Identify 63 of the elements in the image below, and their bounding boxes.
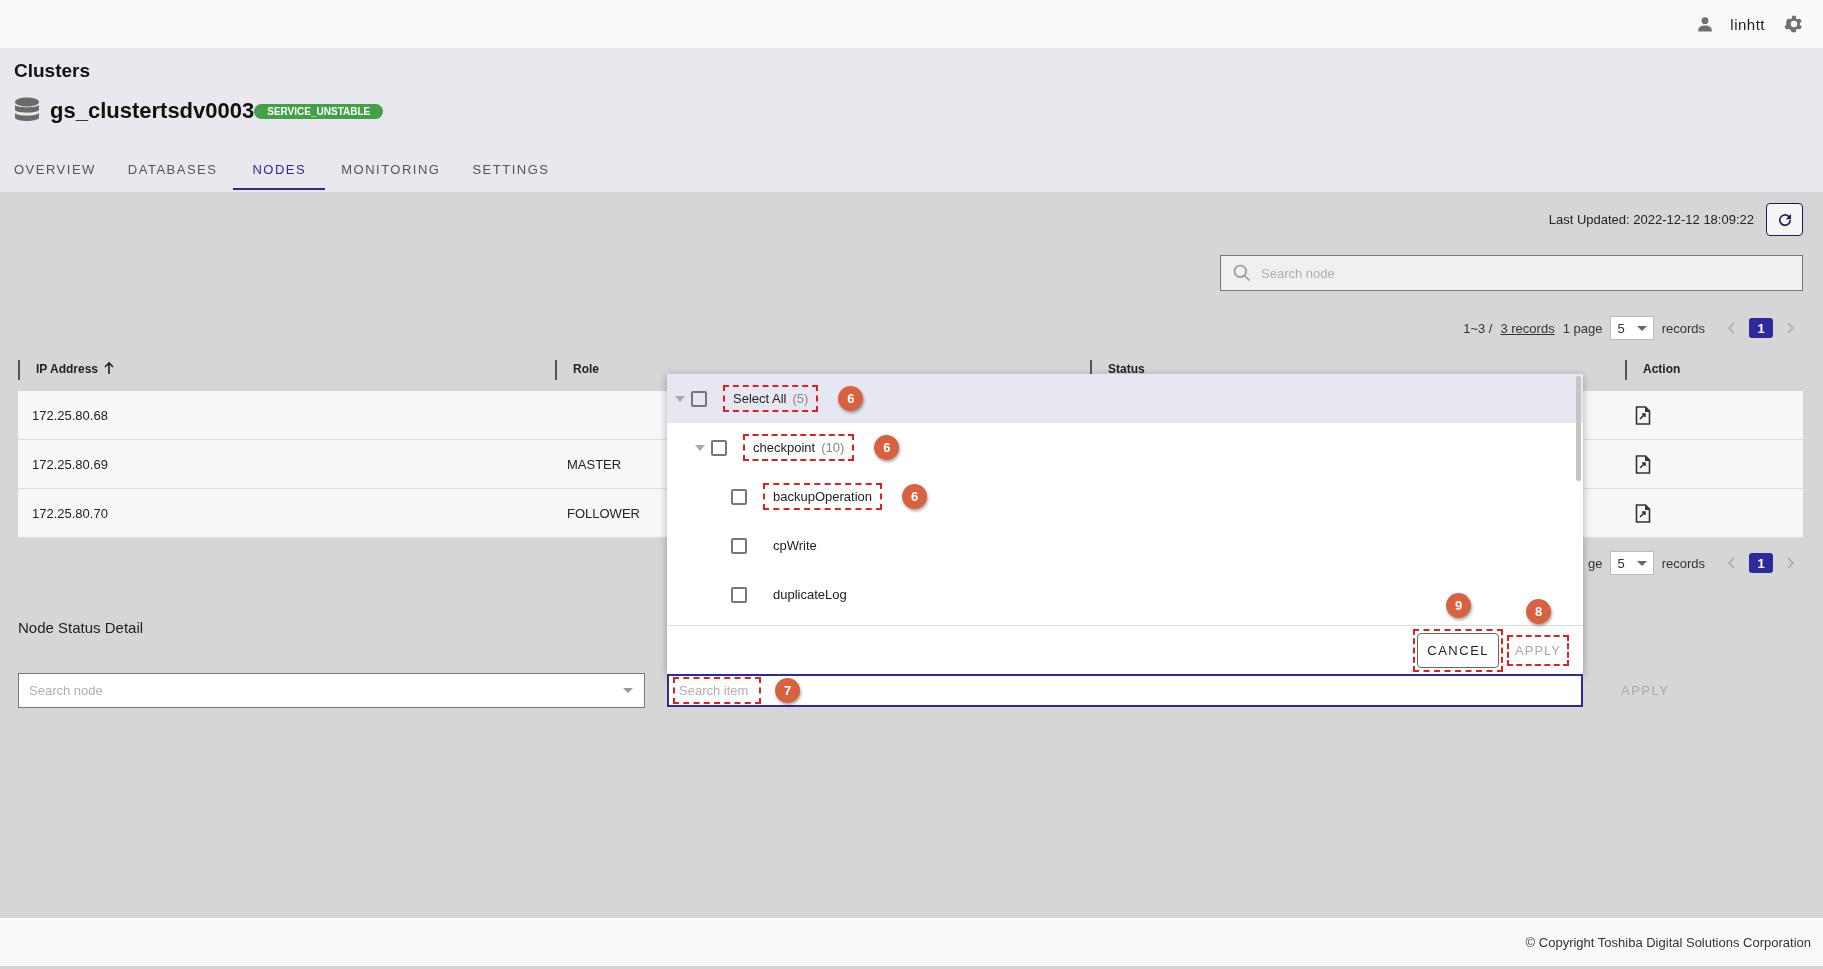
callout-badge: 8: [1526, 598, 1551, 624]
column-header[interactable]: Status: [1108, 362, 1145, 376]
page-title: Clusters: [14, 60, 92, 82]
table-cell: 172.25.80.69: [32, 456, 108, 472]
callout-badge: 6: [902, 484, 927, 509]
item-label: duplicateLog: [773, 587, 847, 602]
dropdown-arrow-icon[interactable]: [623, 688, 633, 693]
status-badge: SERVICE_UNSTABLE: [254, 103, 384, 119]
file-export-icon[interactable]: [1635, 405, 1651, 425]
node-select[interactable]: Search node: [18, 673, 645, 708]
page-size-label: 1 page: [1562, 320, 1603, 336]
dropdown-arrow-icon[interactable]: [1636, 560, 1647, 566]
file-export-icon[interactable]: [1635, 503, 1651, 523]
callout-badge: 9: [1446, 592, 1472, 618]
user-name[interactable]: linhtt: [1730, 15, 1765, 33]
records-label: records: [1661, 320, 1705, 336]
page-size-select[interactable]: 5: [1610, 316, 1654, 340]
checkbox[interactable]: [691, 390, 707, 407]
record-range: 1~3 /: [1463, 320, 1493, 336]
table-cell: FOLLOWER: [567, 505, 640, 521]
scrollbar[interactable]: [1576, 376, 1581, 481]
search-field[interactable]: Search node: [1220, 255, 1803, 291]
table-cell: 172.25.80.70: [32, 505, 108, 521]
item-label: checkpoint: [753, 440, 816, 455]
cancel-button[interactable]: CANCEL: [1417, 632, 1500, 668]
page-number[interactable]: 1: [1749, 318, 1773, 338]
item-count: (10): [821, 440, 845, 455]
dropdown-arrow-icon[interactable]: [1636, 325, 1647, 331]
tab[interactable]: MONITORING: [325, 154, 457, 190]
item-count: (5): [792, 391, 809, 406]
settings-icon[interactable]: [1783, 13, 1805, 35]
tab[interactable]: SETTINGS: [456, 154, 566, 190]
tab[interactable]: DATABASES: [111, 154, 234, 190]
table-cell: 172.25.80.68: [32, 407, 108, 423]
page-size-label: ge: [1587, 555, 1603, 571]
tab[interactable]: NODES: [233, 154, 326, 190]
page-size-select[interactable]: 5: [1610, 551, 1654, 575]
user-icon: [1696, 15, 1715, 33]
refresh-button[interactable]: [1766, 203, 1803, 236]
checkbox[interactable]: [731, 537, 747, 554]
cluster-name: gs_clustertsdv0003: [50, 98, 255, 124]
page-number[interactable]: 1: [1749, 553, 1773, 573]
item-label: cpWrite: [773, 538, 817, 553]
tab[interactable]: OVERVIEW: [14, 154, 112, 190]
tree-row[interactable]: Select All (5) 6: [667, 374, 1583, 423]
last-updated-text: Last Updated: 2022-12-12 18:09:22: [1548, 212, 1754, 227]
checkbox[interactable]: [711, 439, 727, 456]
file-export-icon[interactable]: [1635, 454, 1651, 474]
section-title: Node Status Detail: [18, 619, 145, 636]
records-link[interactable]: 3 records: [1500, 320, 1555, 336]
column-header[interactable]: Role: [573, 362, 599, 376]
records-label: records: [1661, 555, 1705, 571]
table-cell: MASTER: [567, 456, 622, 472]
column-header[interactable]: Action: [1643, 362, 1681, 376]
checkbox[interactable]: [731, 586, 747, 603]
copyright-text: © Copyright Toshiba Digital Solutions Corporation: [1525, 934, 1811, 950]
callout-badge: 6: [838, 386, 864, 411]
checkbox[interactable]: [731, 488, 747, 505]
item-label: backupOperation: [773, 489, 872, 504]
column-header[interactable]: IP Address: [36, 362, 99, 376]
caret-icon[interactable]: [695, 444, 705, 451]
item-label: Select All: [733, 391, 787, 406]
callout-badge: 6: [874, 435, 900, 460]
